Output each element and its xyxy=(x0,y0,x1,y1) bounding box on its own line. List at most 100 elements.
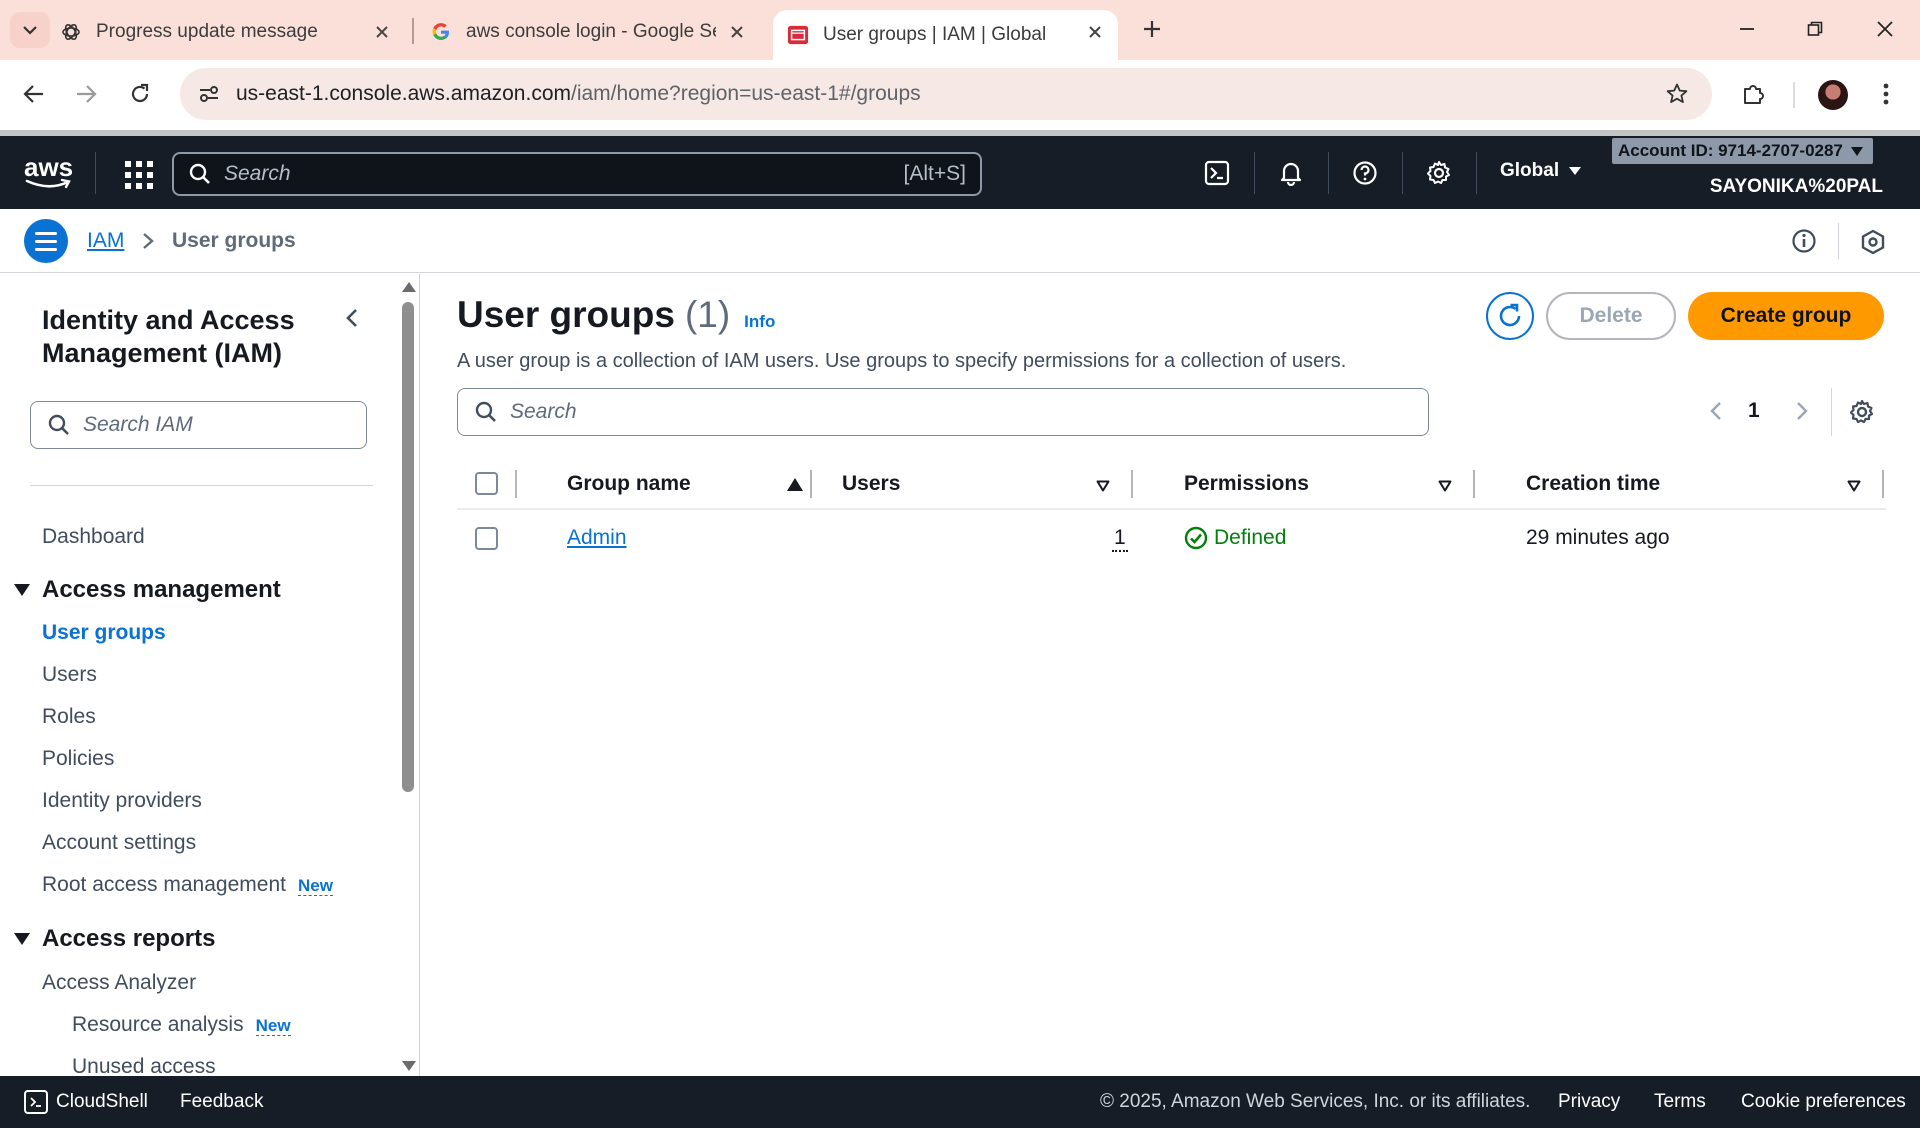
gear-icon xyxy=(1427,161,1450,184)
profile-avatar[interactable] xyxy=(1818,80,1848,110)
iam-side-navigation: Identity and Access Management (IAM) Sea… xyxy=(0,274,420,1076)
sidebar-section-access-reports[interactable]: Access reports xyxy=(14,925,215,953)
aws-console-icon xyxy=(787,24,809,46)
account-username[interactable]: SAYONIKA%20PAL xyxy=(1710,176,1883,198)
main-content: User groups (1) Info A user group is a c… xyxy=(421,274,1920,1076)
sidebar-item-roles[interactable]: Roles xyxy=(42,705,96,729)
column-header-creation-time[interactable]: Creation time xyxy=(1526,472,1660,496)
apps-grid-icon[interactable] xyxy=(120,156,153,189)
console-footer: CloudShell Feedback © 2025, Amazon Web S… xyxy=(0,1076,1920,1128)
close-window-button[interactable] xyxy=(1870,14,1900,44)
notifications-button[interactable] xyxy=(1276,158,1306,188)
users-count[interactable]: 1 xyxy=(1112,526,1128,552)
groups-search-input[interactable]: Search xyxy=(457,388,1429,436)
close-icon[interactable] xyxy=(1084,21,1106,43)
minimize-button[interactable] xyxy=(1732,14,1762,44)
bookmark-star-icon[interactable] xyxy=(1662,79,1692,109)
close-icon[interactable] xyxy=(371,21,393,43)
new-tab-button[interactable] xyxy=(1138,14,1166,44)
sort-descending-icon[interactable] xyxy=(1847,480,1861,492)
sidebar-item-user-groups[interactable]: User groups xyxy=(42,621,166,645)
select-all-checkbox[interactable] xyxy=(475,472,498,495)
region-selector[interactable]: Global xyxy=(1500,160,1582,182)
column-divider[interactable] xyxy=(1131,470,1133,498)
sidebar-scrollbar-thumb[interactable] xyxy=(402,302,414,792)
column-header-permissions[interactable]: Permissions xyxy=(1184,472,1309,496)
terms-link[interactable]: Terms xyxy=(1654,1091,1706,1113)
browser-tab[interactable]: Progress update message xyxy=(60,10,405,54)
privacy-link[interactable]: Privacy xyxy=(1558,1091,1620,1113)
search-iam-input[interactable]: Search IAM xyxy=(30,401,367,449)
scroll-up-arrow[interactable] xyxy=(402,282,416,292)
column-divider[interactable] xyxy=(1473,470,1475,498)
breadcrumb-divider xyxy=(1838,223,1839,259)
cloudshell-link[interactable]: CloudShell xyxy=(56,1091,148,1113)
column-header-group-name[interactable]: Group name xyxy=(567,472,691,496)
previous-page-button[interactable] xyxy=(1705,400,1727,422)
sidebar-section-access-management[interactable]: Access management xyxy=(14,576,281,604)
column-header-users[interactable]: Users xyxy=(842,472,900,496)
sidebar-item-access-analyzer[interactable]: Access Analyzer xyxy=(42,971,196,995)
collapse-side-nav-button[interactable] xyxy=(340,306,364,330)
nav-divider xyxy=(95,152,96,194)
create-group-button[interactable]: Create group xyxy=(1688,292,1884,340)
browser-tab-strip: Progress update message aws console logi… xyxy=(0,0,1920,60)
terminal-icon[interactable] xyxy=(24,1090,48,1114)
sidebar-item-users[interactable]: Users xyxy=(42,663,97,687)
sort-descending-icon[interactable] xyxy=(1096,480,1110,492)
hexagon-settings-icon[interactable] xyxy=(1858,227,1888,257)
openai-icon xyxy=(60,21,82,43)
column-divider[interactable] xyxy=(810,470,812,498)
sidebar-item-dashboard[interactable]: Dashboard xyxy=(42,525,145,549)
group-name-link[interactable]: Admin xyxy=(567,526,627,550)
breadcrumb-iam-link[interactable]: IAM xyxy=(87,229,124,253)
row-select-checkbox[interactable] xyxy=(475,527,498,550)
terminal-icon xyxy=(1204,160,1230,186)
tab-title: User groups | IAM | Global xyxy=(823,24,1047,45)
delete-button[interactable]: Delete xyxy=(1546,292,1676,340)
caret-down-icon xyxy=(1850,146,1863,156)
url-path: /iam/home?region=us-east-1#/groups xyxy=(571,82,921,105)
next-page-button[interactable] xyxy=(1791,400,1813,422)
sidebar-item-account-settings[interactable]: Account settings xyxy=(42,831,196,855)
reload-button[interactable] xyxy=(124,78,156,110)
browser-tab-active[interactable]: User groups | IAM | Global xyxy=(773,10,1118,60)
caret-down-icon xyxy=(14,584,30,596)
page-title: User groups xyxy=(457,294,675,335)
cloudshell-button[interactable] xyxy=(1202,158,1232,188)
sidebar-item-policies[interactable]: Policies xyxy=(42,747,114,771)
scroll-down-arrow[interactable] xyxy=(402,1061,416,1071)
settings-button[interactable] xyxy=(1424,158,1454,188)
section-label: Access management xyxy=(42,576,281,603)
site-settings-icon[interactable] xyxy=(194,79,224,109)
extensions-button[interactable] xyxy=(1738,78,1770,110)
browser-menu-button[interactable] xyxy=(1874,78,1898,110)
back-button[interactable] xyxy=(18,78,50,110)
browser-tab[interactable]: aws console login - Google Sea xyxy=(418,10,760,54)
address-bar[interactable]: us-east-1.console.aws.amazon.com/iam/hom… xyxy=(180,68,1712,120)
refresh-button[interactable] xyxy=(1486,292,1534,340)
side-nav-toggle-button[interactable] xyxy=(24,219,68,263)
restore-button[interactable] xyxy=(1800,14,1830,44)
sidebar-item-resource-analysis[interactable]: Resource analysis New xyxy=(72,1013,291,1037)
sidebar-item-root-access-management[interactable]: Root access management New xyxy=(42,873,333,897)
side-nav-title[interactable]: Identity and Access Management (IAM) xyxy=(42,304,342,370)
page-number[interactable]: 1 xyxy=(1748,399,1760,423)
sort-ascending-icon[interactable] xyxy=(787,478,803,491)
info-link[interactable]: Info xyxy=(744,312,775,332)
close-icon[interactable] xyxy=(726,21,748,43)
sidebar-item-unused-access[interactable]: Unused access xyxy=(72,1055,216,1076)
forward-button[interactable] xyxy=(70,78,102,110)
aws-logo[interactable]: aws xyxy=(24,154,74,190)
table-preferences-button[interactable] xyxy=(1848,398,1876,426)
sort-descending-icon[interactable] xyxy=(1438,480,1452,492)
feedback-link[interactable]: Feedback xyxy=(180,1091,263,1113)
minimize-icon xyxy=(1740,28,1754,30)
help-button[interactable] xyxy=(1350,158,1380,188)
aws-search-input[interactable]: Search [Alt+S] xyxy=(172,152,982,196)
tab-search-button[interactable] xyxy=(10,12,50,48)
cookie-preferences-link[interactable]: Cookie preferences xyxy=(1741,1091,1906,1113)
sidebar-item-identity-providers[interactable]: Identity providers xyxy=(42,789,202,813)
info-panel-icon[interactable] xyxy=(1790,227,1818,255)
account-id-badge[interactable]: Account ID: 9714-2707-0287 xyxy=(1612,138,1873,164)
